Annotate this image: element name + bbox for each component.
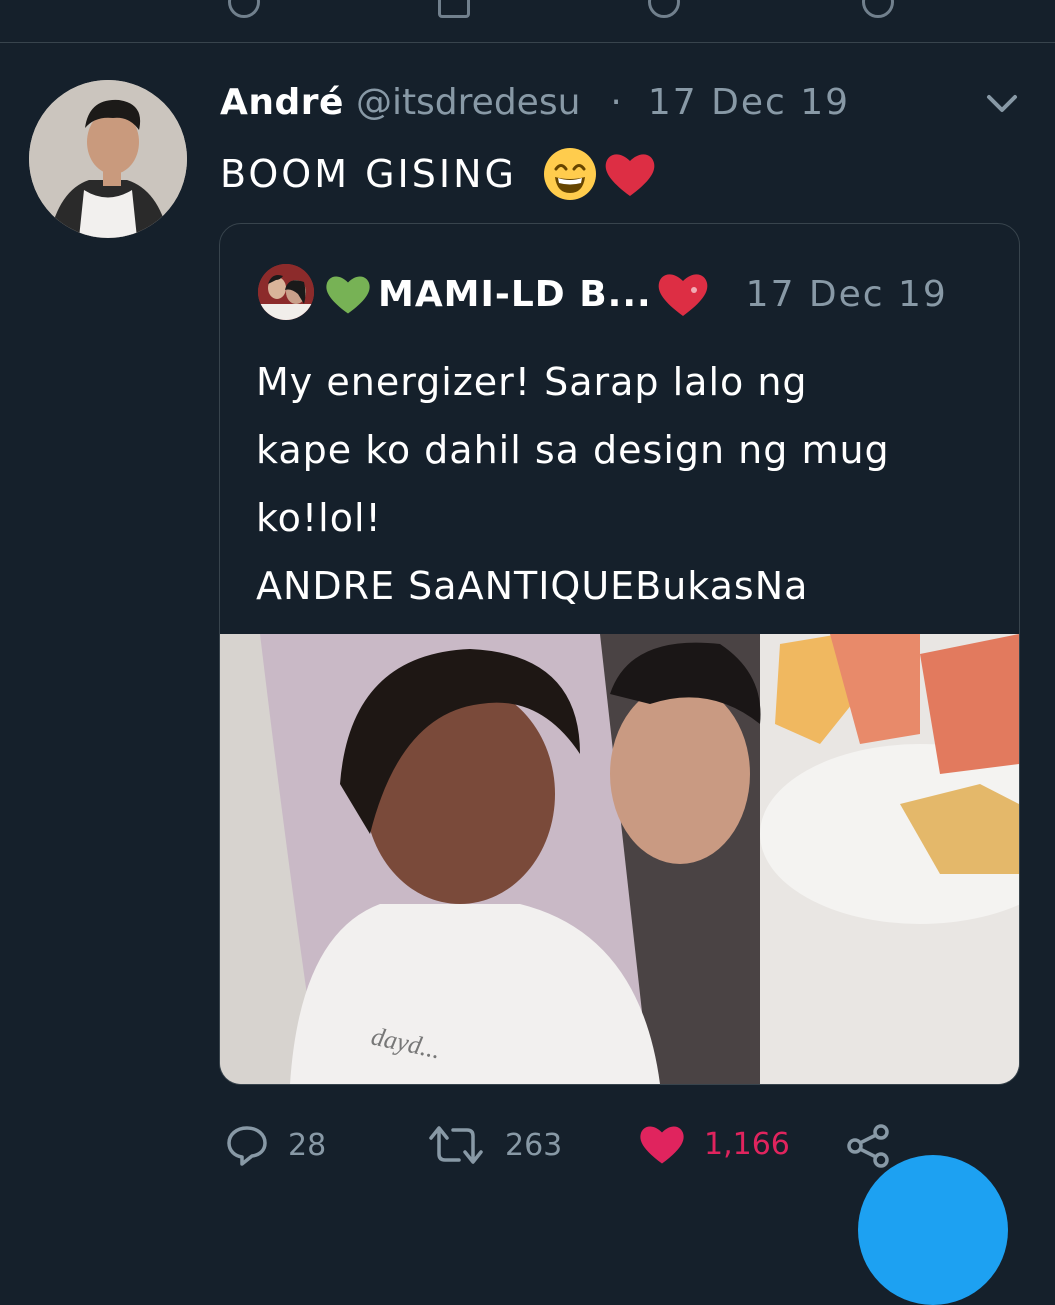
like-count: 1,166 <box>704 1126 790 1162</box>
tweet-divider <box>0 42 1055 43</box>
tweet-header: André @itsdredesu · 17 Dec 19 <box>220 82 850 132</box>
retweet-icon[interactable] <box>425 1122 487 1168</box>
separator-dot: · <box>610 82 622 123</box>
quoted-tweet-header: MAMI-LD B... 17 Dec 19 <box>324 264 948 324</box>
retweet-count: 263 <box>505 1127 563 1163</box>
red-heart-icon <box>658 274 708 316</box>
quoted-text-line: ko!lol! <box>256 496 382 540</box>
quoted-author-name[interactable]: MAMI-LD B... <box>378 274 652 315</box>
share-icon[interactable] <box>862 0 894 18</box>
share-icon[interactable] <box>845 1122 893 1170</box>
quoted-tweet-photo[interactable]: dayd... <box>220 634 1019 1084</box>
author-avatar[interactable] <box>29 80 187 238</box>
quoted-tweet[interactable]: MAMI-LD B... 17 Dec 19 My energizer! Sar… <box>219 223 1020 1085</box>
quoted-text-line: kape ko dahil sa design ng mug <box>256 428 890 472</box>
compose-tweet-button[interactable] <box>858 1155 1008 1305</box>
tweet-body: BOOM GISING <box>220 152 517 196</box>
author-handle[interactable]: @itsdredesu <box>356 82 580 123</box>
reply-icon[interactable] <box>228 0 260 18</box>
tweet-date[interactable]: 17 Dec 19 <box>648 82 850 123</box>
like-icon[interactable] <box>648 0 680 18</box>
quoted-author-avatar[interactable] <box>258 264 314 320</box>
grinning-face-icon <box>543 148 596 200</box>
quoted-tweet-date: 17 Dec 19 <box>745 273 948 315</box>
red-heart-icon <box>605 154 655 196</box>
reply-count: 28 <box>288 1127 327 1163</box>
heart-filled-icon[interactable] <box>638 1122 686 1166</box>
quoted-text-line: My energizer! Sarap lalo ng <box>256 360 808 404</box>
author-name[interactable]: André <box>220 82 344 123</box>
reply-action[interactable]: 28 <box>224 1122 326 1168</box>
previous-tweet-action-bar <box>0 0 1055 42</box>
green-heart-icon <box>326 276 370 314</box>
retweet-action[interactable]: 263 <box>425 1122 562 1168</box>
reply-icon[interactable] <box>224 1122 270 1168</box>
chevron-down-icon[interactable] <box>985 92 1019 116</box>
like-action[interactable]: 1,166 <box>638 1122 790 1166</box>
share-action[interactable] <box>845 1122 893 1170</box>
tweet-text: BOOM GISING <box>220 146 657 202</box>
quoted-tweet-text: My energizer! Sarap lalo ng kape ko dahi… <box>256 348 996 620</box>
quoted-text-line: ANDRE SaANTIQUEBukasNa <box>256 564 809 608</box>
retweet-icon[interactable] <box>438 0 470 18</box>
